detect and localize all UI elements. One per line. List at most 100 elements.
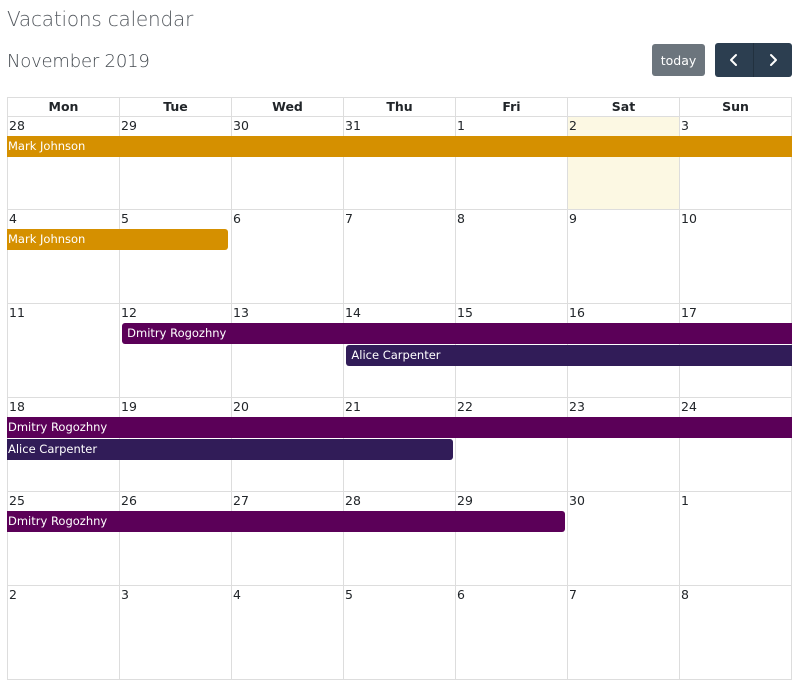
week-row: 4 5 6 7 8 9 10 Mark Johnson [7,210,792,304]
event-bar[interactable]: Dmitry Rogozhny [122,323,792,344]
day-number[interactable]: 19 [121,399,137,414]
nav-button-group [715,43,792,77]
day-cell[interactable]: 4 [8,210,119,303]
day-number[interactable]: 6 [233,211,241,226]
day-number[interactable]: 17 [681,305,697,320]
day-cell[interactable]: 10 [679,210,791,303]
day-cell[interactable]: 3 [679,117,791,209]
day-number[interactable]: 31 [345,118,361,133]
day-number[interactable]: 1 [457,118,465,133]
event-bar[interactable]: Mark Johnson [7,136,792,157]
day-number[interactable]: 4 [233,587,241,602]
day-number[interactable]: 24 [681,399,697,414]
day-cell[interactable]: 5 [343,586,455,679]
event-bar[interactable]: Alice Carpenter [346,345,792,366]
event-bar[interactable]: Alice Carpenter [7,439,453,460]
day-number[interactable]: 28 [9,118,25,133]
day-number[interactable]: 16 [569,305,585,320]
day-number[interactable]: 26 [121,493,137,508]
day-number[interactable]: 25 [9,493,25,508]
day-cell[interactable]: 7 [343,210,455,303]
day-number[interactable]: 11 [9,305,25,320]
day-number[interactable]: 3 [681,118,689,133]
month-title: November 2019 [7,51,150,72]
next-button[interactable] [753,43,792,77]
day-number[interactable]: 6 [457,587,465,602]
day-number[interactable]: 7 [569,587,577,602]
day-cell[interactable]: 26 [119,492,231,585]
column-header-sun: Sun [679,98,791,116]
day-cell[interactable]: 25 [8,492,119,585]
day-cell[interactable]: 6 [231,210,343,303]
day-number[interactable]: 15 [457,305,473,320]
day-number[interactable]: 8 [681,587,689,602]
prev-button[interactable] [715,43,753,77]
day-cell[interactable]: 4 [231,586,343,679]
page-title: Vacations calendar [7,7,194,31]
day-number[interactable]: 30 [569,493,585,508]
day-cell[interactable]: 9 [567,210,679,303]
day-number[interactable]: 29 [121,118,137,133]
day-cell[interactable]: 29 [119,117,231,209]
column-header-sat: Sat [567,98,679,116]
day-cell[interactable]: 22 [455,398,567,491]
day-number[interactable]: 12 [121,305,137,320]
day-number[interactable]: 2 [569,118,577,133]
day-cell[interactable]: 3 [119,586,231,679]
column-header-fri: Fri [455,98,567,116]
day-number[interactable]: 9 [569,211,577,226]
day-cell[interactable]: 27 [231,492,343,585]
day-number[interactable]: 2 [9,587,17,602]
day-cell[interactable]: 31 [343,117,455,209]
day-cell[interactable]: 30 [567,492,679,585]
day-number[interactable]: 13 [233,305,249,320]
day-cell[interactable]: 7 [567,586,679,679]
week-row: 18 19 20 21 22 23 24 Dmitry Rogozhny Alice Carpe… [7,398,792,492]
day-cell[interactable]: 6 [455,586,567,679]
day-number[interactable]: 22 [457,399,473,414]
event-bar[interactable]: Mark Johnson [7,229,229,250]
event-bar[interactable]: Dmitry Rogozhny [7,511,565,532]
today-button[interactable]: today [652,44,705,76]
day-cell[interactable]: 11 [8,304,119,397]
day-cell[interactable]: 24 [679,398,791,491]
day-cell[interactable]: 28 [343,492,455,585]
day-number[interactable]: 5 [121,211,129,226]
day-number[interactable]: 4 [9,211,17,226]
day-cell[interactable]: 30 [231,117,343,209]
day-number[interactable]: 28 [345,493,361,508]
day-number[interactable]: 1 [681,493,689,508]
column-header-tue: Tue [119,98,231,116]
day-cell[interactable]: 1 [455,117,567,209]
day-cell[interactable]: 2 [567,117,679,209]
day-number[interactable]: 8 [457,211,465,226]
day-number[interactable]: 7 [345,211,353,226]
day-number[interactable]: 27 [233,493,249,508]
column-header-thu: Thu [343,98,455,116]
chevron-right-icon [770,54,777,66]
day-number[interactable]: 5 [345,587,353,602]
event-bar[interactable]: Dmitry Rogozhny [7,417,792,438]
day-cell[interactable]: 8 [679,586,791,679]
day-number[interactable]: 18 [9,399,25,414]
day-cell[interactable]: 28 [8,117,119,209]
day-cell[interactable]: 12 [119,304,231,397]
day-number[interactable]: 23 [569,399,585,414]
day-cell[interactable]: 13 [231,304,343,397]
day-number[interactable]: 14 [345,305,361,320]
day-cell[interactable]: 1 [679,492,791,585]
day-number[interactable]: 29 [457,493,473,508]
day-cell[interactable]: 8 [455,210,567,303]
column-header-wed: Wed [231,98,343,116]
day-number[interactable]: 3 [121,587,129,602]
day-number[interactable]: 20 [233,399,249,414]
day-cell[interactable]: 29 [455,492,567,585]
week-row: 2 3 4 5 6 7 8 [7,586,792,680]
day-cell[interactable]: 5 [119,210,231,303]
day-number[interactable]: 21 [345,399,361,414]
day-cell[interactable]: 2 [8,586,119,679]
column-header-mon: Mon [48,99,79,114]
day-number[interactable]: 30 [233,118,249,133]
day-number[interactable]: 10 [681,211,697,226]
day-cell[interactable]: 23 [567,398,679,491]
